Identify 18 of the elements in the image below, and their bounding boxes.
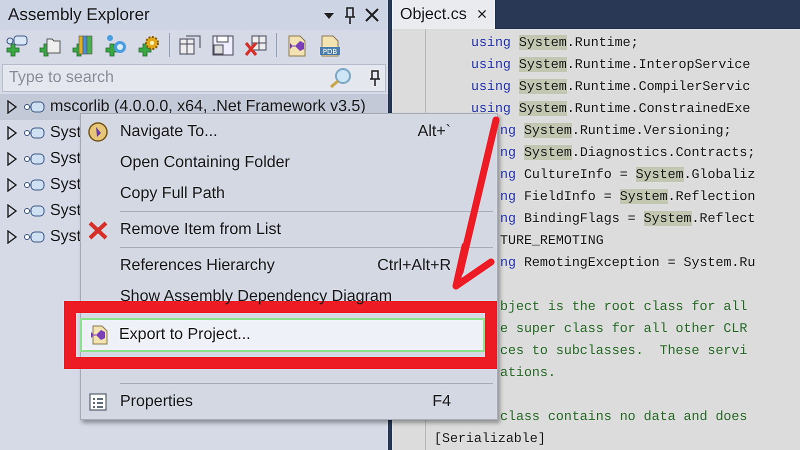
- code-line: class contains no data and does: [500, 409, 748, 424]
- code-line: ng System.Diagnostics.Contracts;: [500, 145, 756, 160]
- code-line: bject is the root class for all: [500, 299, 748, 314]
- code-line: ng FieldInfo = System.Reflection: [500, 189, 756, 204]
- code-line: ng System.Runtime.Versioning;: [500, 123, 732, 138]
- code-line: ations.: [500, 365, 556, 380]
- code-line: TURE_REMOTING: [500, 233, 604, 248]
- code-line: ng RemotingException = System.Ru: [500, 255, 756, 270]
- panel-title: Assembly Explorer: [8, 4, 151, 26]
- code-line: using System.Runtime.CompilerServic: [471, 79, 750, 94]
- code-line: using System.Runtime.ConstrainedExe: [471, 101, 750, 116]
- code-line: using System.Runtime.InteropService: [471, 57, 750, 72]
- code-line: ng BindingFlags = System.Reflect: [500, 211, 756, 226]
- code-line: [Serializable]: [434, 431, 546, 446]
- code-line: e super class for all other CLR: [500, 321, 748, 336]
- code-line: ng CultureInfo = System.Globaliz: [500, 167, 756, 182]
- code-line: ces to subclasses. These servi: [500, 343, 748, 358]
- code-line: using System.Runtime;: [471, 35, 639, 50]
